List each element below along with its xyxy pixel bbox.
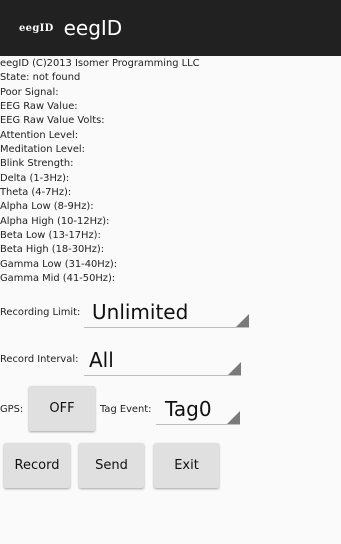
recording-limit-spinner[interactable]: Unlimited <box>84 293 249 328</box>
meditation-level-readout: Meditation Level: <box>0 144 85 156</box>
attention-level-readout: Attention Level: <box>0 129 79 141</box>
alpha-high-readout: Alpha High (10-12Hz): <box>0 215 110 227</box>
gamma-mid-readout: Gamma Mid (41-50Hz): <box>0 273 116 285</box>
blink-strength-readout: Blink Strength: <box>0 158 74 170</box>
poor-signal-readout: Poor Signal: <box>0 86 59 98</box>
eeg-raw-volts-readout: EEG Raw Value Volts: <box>0 115 105 127</box>
eeg-readout-list: eegID (C)2013 Isomer Programming LLC Sta… <box>0 57 341 287</box>
eeg-raw-value-readout: EEG Raw Value: <box>0 101 78 113</box>
tag-event-value: Tag0 <box>165 397 212 421</box>
gamma-low-readout: Gamma Low (31-40Hz): <box>0 258 118 270</box>
app-logo: eegID <box>19 22 54 34</box>
beta-high-readout: Beta High (18-30Hz): <box>0 244 105 256</box>
dropdown-triangle-icon <box>228 362 241 375</box>
send-button[interactable]: Send <box>79 443 144 488</box>
app-title: eegID <box>63 16 123 40</box>
state-readout: State: not found <box>0 72 81 84</box>
tag-event-label: Tag Event: <box>100 404 152 415</box>
exit-button[interactable]: Exit <box>154 443 219 488</box>
record-interval-spinner[interactable]: All <box>84 341 241 376</box>
gps-label: GPS: <box>0 404 24 415</box>
theta-readout: Theta (4-7Hz): <box>0 187 72 199</box>
record-interval-label: Record Interval: <box>0 354 79 365</box>
delta-readout: Delta (1-3Hz): <box>0 172 70 184</box>
dropdown-triangle-icon <box>236 314 249 327</box>
gps-toggle-button[interactable]: OFF <box>29 386 95 431</box>
alpha-low-readout: Alpha Low (8-9Hz): <box>0 201 94 213</box>
record-button[interactable]: Record <box>4 443 70 488</box>
tag-event-spinner[interactable]: Tag0 <box>156 390 240 425</box>
recording-limit-label: Recording Limit: <box>0 307 81 318</box>
dropdown-triangle-icon <box>227 411 240 424</box>
beta-low-readout: Beta Low (13-17Hz): <box>0 230 101 242</box>
record-interval-value: All <box>89 348 114 372</box>
app-bar: eegID eegID <box>0 0 341 56</box>
copyright-text: eegID (C)2013 Isomer Programming LLC <box>0 58 200 69</box>
recording-limit-value: Unlimited <box>92 300 189 324</box>
